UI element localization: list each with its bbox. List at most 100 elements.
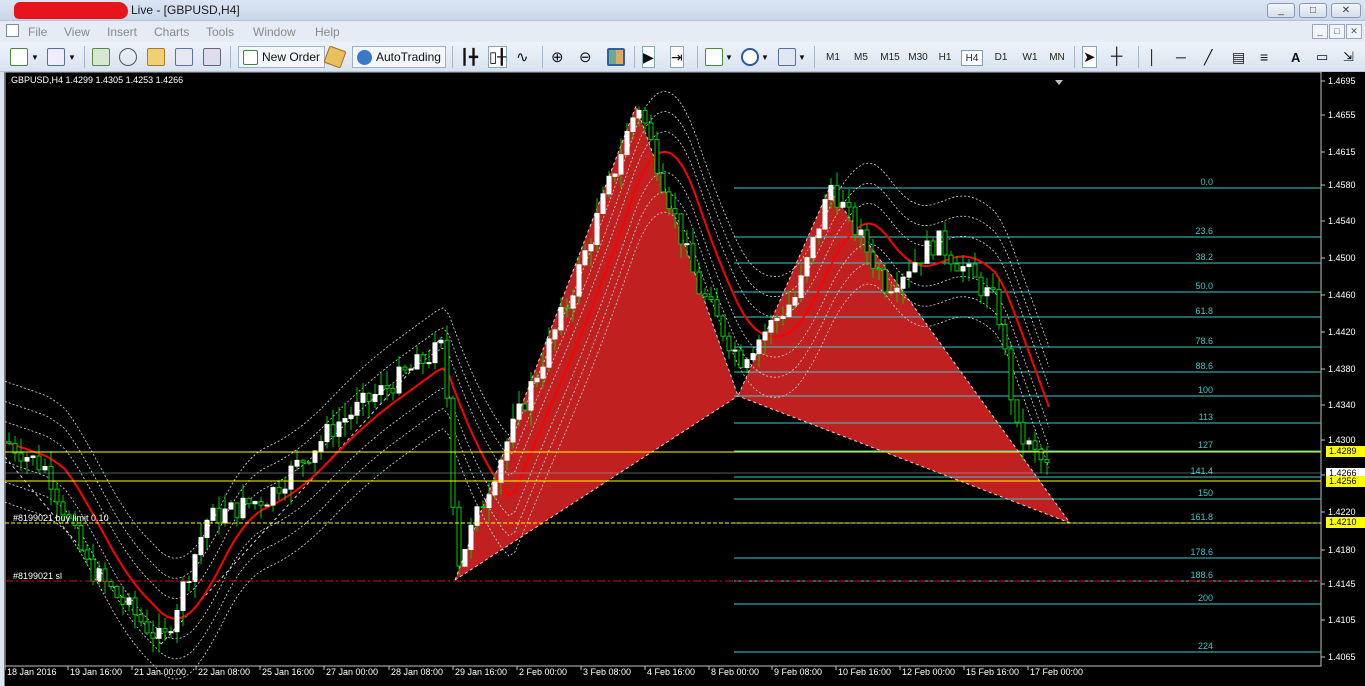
menu-file[interactable]: File	[28, 25, 47, 39]
timeframe-h1[interactable]: H1	[934, 50, 956, 66]
fib-level-label: 61.8	[1195, 306, 1213, 316]
candle-body	[90, 558, 96, 582]
menu-tools[interactable]: Tools	[206, 25, 234, 39]
autoscroll-button[interactable]: ▶	[642, 46, 655, 68]
metaeditor-button[interactable]	[323, 45, 347, 69]
vertical-line-button[interactable]: │	[1148, 46, 1157, 68]
timeframe-m1[interactable]: M1	[822, 50, 844, 66]
maximize-button[interactable]: □	[1299, 3, 1327, 18]
timeframe-m30[interactable]: M30	[905, 50, 931, 66]
timeframe-h4[interactable]: H4	[961, 50, 983, 66]
profiles-button[interactable]: ▼	[47, 46, 76, 68]
candle-body	[804, 257, 810, 277]
app-chart-icon[interactable]	[6, 24, 19, 37]
candle-body	[228, 502, 234, 510]
candle-body	[78, 524, 84, 551]
candle-body	[108, 580, 114, 587]
time-tick-label: 2 Feb 00:00	[519, 667, 567, 677]
menu-insert[interactable]: Insert	[107, 25, 137, 39]
horizontal-line-button[interactable]: ─	[1176, 46, 1186, 68]
timeframe-m5[interactable]: M5	[850, 50, 872, 66]
menu-window[interactable]: Window	[253, 25, 296, 39]
trendline-button[interactable]: ╱	[1204, 46, 1212, 68]
horizontal-line-icon: ─	[1176, 49, 1186, 65]
tile-windows-button[interactable]	[607, 46, 625, 68]
price-chart[interactable]: 0.0 23.6 38.2 50.0 61.8 78.6 88.6 100 113 127 141.…	[5, 72, 1365, 686]
candle-body	[972, 263, 978, 278]
data-window-button[interactable]	[119, 46, 137, 68]
timeframe-w1[interactable]: W1	[1019, 50, 1041, 66]
line-chart-button[interactable]: ∿	[516, 46, 529, 68]
text-button[interactable]: A	[1291, 46, 1300, 68]
text-tool-icon: A	[1291, 49, 1301, 65]
indicators-button[interactable]: ▼	[705, 46, 733, 68]
templates-button[interactable]: ▼	[778, 46, 806, 68]
text-label-icon: ▭	[1316, 49, 1329, 64]
market-watch-button[interactable]	[92, 46, 110, 68]
strategy-tester-button[interactable]	[203, 46, 221, 68]
chart-shift-button[interactable]: ⇥	[670, 46, 684, 68]
navigator-button[interactable]	[147, 46, 165, 68]
zoom-out-button[interactable]: ⊖	[579, 46, 592, 68]
candle-body	[138, 614, 144, 623]
candle-body	[180, 581, 186, 611]
candle-body	[426, 362, 432, 365]
arrows-button[interactable]: ⇲	[1343, 46, 1354, 68]
price-tag: 1.4289	[1326, 446, 1365, 457]
child-close-button[interactable]: ✕	[1346, 24, 1362, 39]
candle-body	[1038, 448, 1044, 461]
periods-button[interactable]: ▼	[741, 46, 769, 68]
candle-body	[984, 287, 990, 297]
candle-body	[216, 507, 222, 524]
candle-body	[858, 229, 864, 236]
candle-body	[276, 487, 282, 494]
cursor-button[interactable]: ➤	[1082, 46, 1097, 68]
candle-body	[312, 450, 318, 463]
candle-body	[888, 291, 894, 294]
candle-body	[774, 318, 780, 322]
minimize-button[interactable]: _	[1267, 3, 1295, 18]
candle-body	[48, 465, 54, 490]
terminal-button[interactable]	[175, 46, 193, 68]
candle-body	[726, 335, 732, 352]
autotrading-button[interactable]: AutoTrading	[352, 46, 446, 68]
menu-view[interactable]: View	[64, 25, 90, 39]
separator	[634, 46, 635, 68]
new-chart-button[interactable]: ▼	[10, 46, 39, 68]
child-restore-button[interactable]: □	[1329, 24, 1345, 39]
new-order-button[interactable]: New Order	[238, 46, 326, 68]
buy-limit-label[interactable]: #8199021 buy limit 0.10	[13, 513, 109, 523]
menu-charts[interactable]: Charts	[154, 25, 189, 39]
candle-body	[846, 201, 852, 208]
fib-level-label: 150	[1198, 488, 1213, 498]
timeframe-mn[interactable]: MN	[1046, 50, 1068, 66]
child-minimize-button[interactable]: _	[1312, 24, 1328, 39]
candlestick-button[interactable]: ▯╂	[488, 46, 508, 68]
stop-loss-label[interactable]: #8199021 sl	[13, 571, 62, 581]
candle-body	[960, 266, 966, 272]
zigzag-leg	[5, 456, 162, 645]
candle-body	[762, 331, 768, 341]
text-label-button[interactable]: ▭	[1316, 46, 1328, 68]
candle-body	[864, 229, 870, 253]
fib-level-label: 38.2	[1195, 252, 1213, 262]
close-button[interactable]: ✕	[1331, 3, 1361, 18]
menu-help[interactable]: Help	[315, 25, 340, 39]
chart-window[interactable]: 0.0 23.6 38.2 50.0 61.8 78.6 88.6 100 113 127 141.…	[4, 72, 1365, 686]
fib-level-label: 0.0	[1200, 177, 1213, 187]
candle-body	[786, 304, 792, 318]
timeframe-d1[interactable]: D1	[990, 50, 1012, 66]
zoom-in-icon: ⊕	[551, 49, 564, 66]
crosshair-button[interactable]: ┼	[1111, 46, 1122, 68]
timeframe-m15[interactable]: M15	[877, 50, 903, 66]
fibonacci-button[interactable]: ≡	[1260, 46, 1268, 68]
equidistant-channel-button[interactable]: ▤	[1232, 46, 1245, 68]
candle-body	[6, 441, 12, 444]
candle-body	[396, 366, 402, 394]
candle-body	[492, 481, 498, 496]
new-order-icon	[243, 49, 258, 65]
zoom-in-button[interactable]: ⊕	[551, 46, 564, 68]
bar-chart-button[interactable]: ┃╋	[460, 46, 478, 68]
candle-body	[642, 109, 648, 124]
candle-body	[474, 506, 480, 526]
